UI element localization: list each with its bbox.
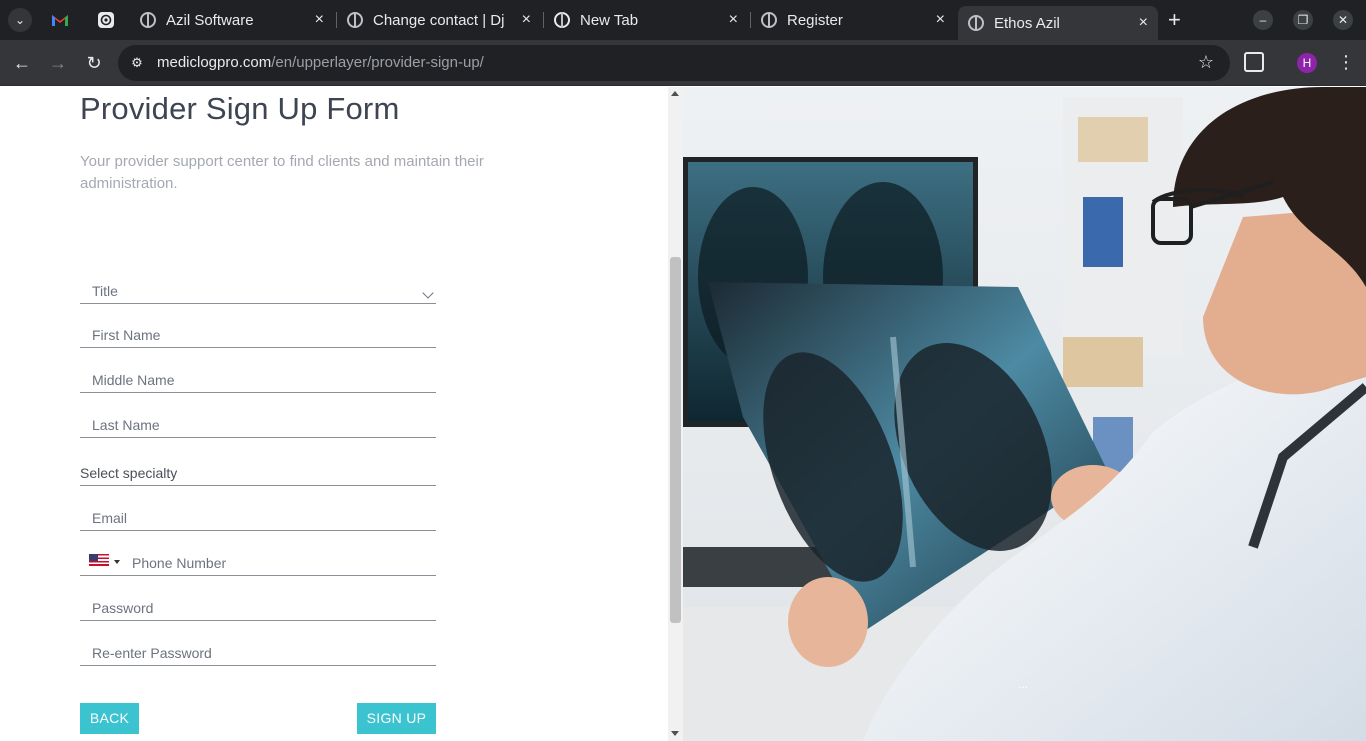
browser-toolbar: ← → ↻ ⚙ mediclogpro.com/en/upperlayer/pr…: [0, 40, 1366, 86]
restore-button[interactable]: ❐: [1293, 10, 1313, 30]
us-flag-icon[interactable]: [89, 554, 109, 566]
url-text[interactable]: mediclogpro.com/en/upperlayer/provider-s…: [157, 54, 484, 71]
page-title: Provider Sign Up Form: [80, 91, 400, 126]
minimize-button[interactable]: –: [1253, 10, 1273, 30]
last-name-field[interactable]: Last Name: [80, 408, 436, 438]
password-field[interactable]: Password: [80, 591, 436, 621]
globe-icon: [347, 12, 363, 28]
bookmark-star-icon[interactable]: ☆: [1198, 52, 1214, 73]
gmail-pinned-tab[interactable]: [50, 10, 70, 30]
middle-name-field[interactable]: Middle Name: [80, 363, 436, 393]
caret-down-icon[interactable]: [114, 560, 120, 564]
first-name-field[interactable]: First Name: [80, 318, 436, 348]
chatgpt-icon: [98, 12, 114, 28]
url-path: /en/upperlayer/provider-sign-up/: [271, 54, 484, 71]
tab-label: Ethos Azil: [994, 14, 1060, 32]
close-icon[interactable]: ×: [729, 11, 738, 29]
globe-icon: [140, 12, 156, 28]
page-scrollbar[interactable]: [668, 87, 683, 741]
reload-icon[interactable]: ↻: [83, 52, 105, 74]
phone-field[interactable]: Phone Number: [80, 546, 436, 576]
reenter-password-placeholder: Re-enter Password: [92, 645, 212, 661]
title-select[interactable]: Title: [80, 274, 436, 304]
tab-label: Azil Software: [166, 11, 254, 29]
email-placeholder: Email: [92, 510, 128, 526]
tab-label: Register: [787, 11, 843, 29]
close-icon[interactable]: ×: [315, 11, 324, 29]
tab-strip: ⌄ Azil Software × Change contact | Dj × …: [0, 0, 1366, 40]
last-name-placeholder: Last Name: [92, 417, 160, 433]
signup-panel: Provider Sign Up Form Your provider supp…: [0, 87, 668, 741]
tab-label: Change contact | Dj: [373, 11, 505, 29]
hero-image: ...: [683, 87, 1366, 741]
reenter-password-field[interactable]: Re-enter Password: [80, 636, 436, 666]
new-tab-button[interactable]: +: [1168, 8, 1181, 32]
page-content: Provider Sign Up Form Your provider supp…: [0, 87, 1366, 741]
globe-icon: [761, 12, 777, 28]
back-arrow-icon[interactable]: ←: [11, 52, 33, 74]
chrome-icon: [554, 12, 570, 28]
chevron-down-icon: [422, 287, 434, 299]
email-field[interactable]: Email: [80, 501, 436, 531]
scroll-down-icon[interactable]: [671, 731, 679, 736]
carousel-dots[interactable]: ...: [1018, 677, 1028, 691]
close-icon[interactable]: ×: [1139, 14, 1148, 32]
back-button[interactable]: BACK: [80, 703, 139, 734]
globe-icon: [968, 15, 984, 31]
middle-name-placeholder: Middle Name: [92, 372, 175, 388]
chatgpt-pinned-tab[interactable]: [96, 10, 116, 30]
doctor-xray-illustration: [683, 87, 1366, 741]
scroll-up-icon[interactable]: [671, 91, 679, 96]
address-bar[interactable]: ⚙ mediclogpro.com/en/upperlayer/provider…: [118, 45, 1230, 81]
scrollbar-thumb[interactable]: [670, 257, 681, 623]
password-placeholder: Password: [92, 600, 154, 616]
extensions-icon[interactable]: [1244, 52, 1264, 72]
tab-azil-software[interactable]: Azil Software ×: [130, 6, 334, 34]
url-host: mediclogpro.com: [157, 54, 272, 71]
close-icon[interactable]: ×: [936, 11, 945, 29]
title-select-value: Title: [92, 283, 118, 299]
tab-label: New Tab: [580, 11, 639, 29]
tab-search-button[interactable]: ⌄: [8, 8, 32, 32]
page-subtitle: Your provider support center to find cli…: [80, 153, 484, 192]
gmail-icon: [52, 15, 68, 26]
tab-register[interactable]: Register ×: [751, 6, 955, 34]
tab-ethos-azil[interactable]: Ethos Azil ×: [958, 6, 1158, 40]
tab-new-tab[interactable]: New Tab ×: [544, 6, 748, 34]
close-icon[interactable]: ×: [522, 11, 531, 29]
first-name-placeholder: First Name: [92, 327, 161, 343]
tab-change-contact[interactable]: Change contact | Dj ×: [337, 6, 541, 34]
specialty-select-value: Select specialty: [80, 465, 178, 481]
specialty-select[interactable]: Select specialty: [80, 456, 436, 486]
forward-arrow-icon[interactable]: →: [47, 52, 69, 74]
site-info-icon[interactable]: ⚙: [128, 54, 146, 72]
browser-menu-icon[interactable]: ⋮: [1337, 51, 1355, 73]
profile-avatar[interactable]: H: [1297, 53, 1317, 73]
sign-up-button[interactable]: SIGN UP: [357, 703, 436, 734]
window-close-button[interactable]: ✕: [1333, 10, 1353, 30]
phone-placeholder: Phone Number: [132, 555, 227, 571]
